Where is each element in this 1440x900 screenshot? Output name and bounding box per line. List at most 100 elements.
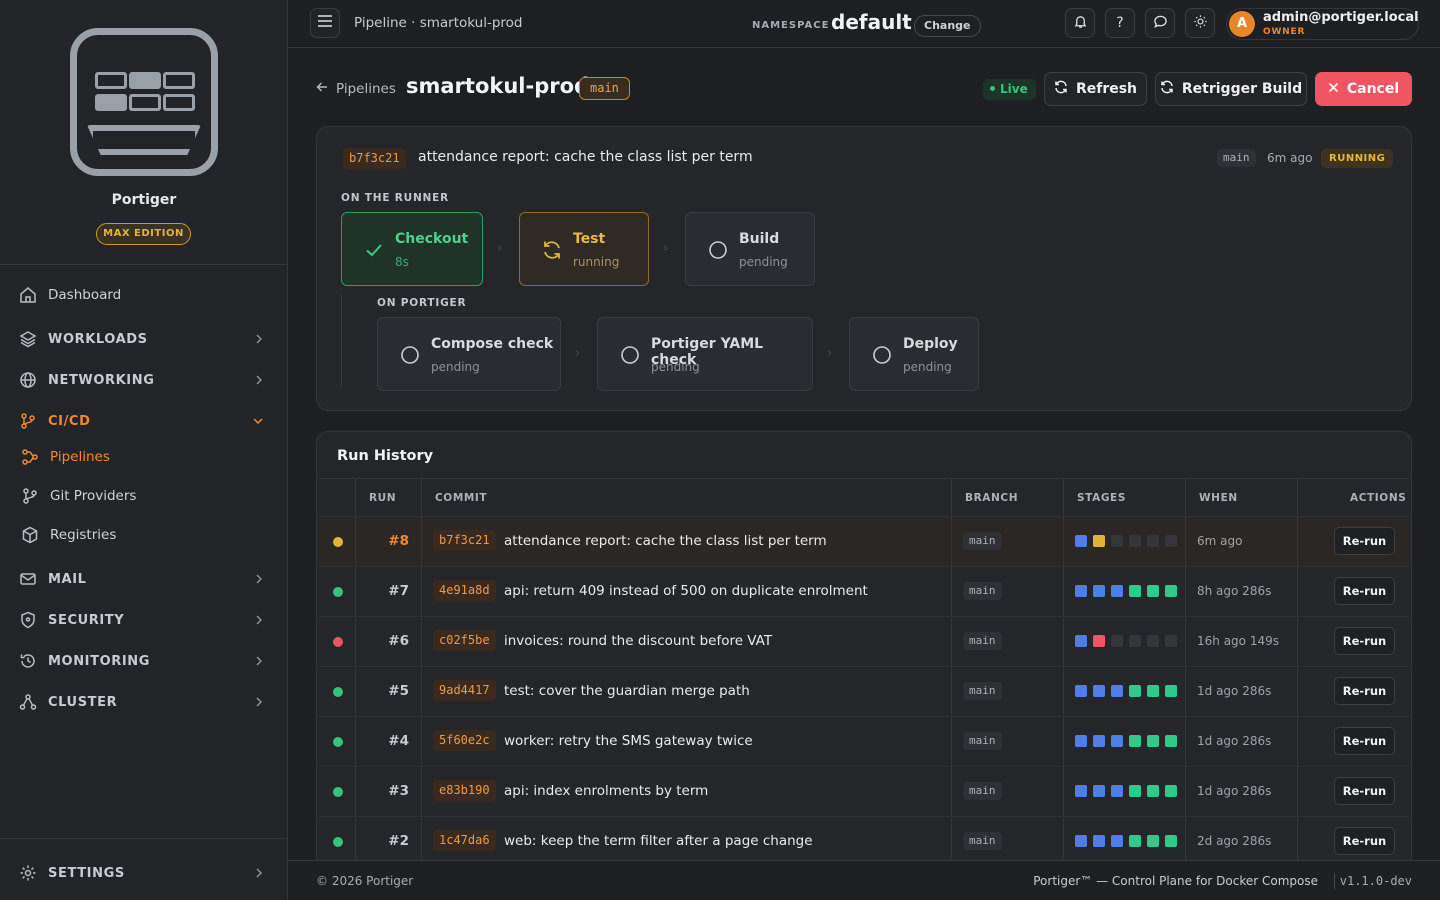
commit-sha[interactable]: b7f3c21 [433, 530, 496, 551]
stage-name: Test [573, 231, 606, 247]
topbar: Pipeline · smartokul-prod NAMESPACE defa… [288, 0, 1440, 48]
stage-compose-check[interactable]: Compose check pending [377, 317, 561, 391]
rerun-button[interactable]: Re-run [1334, 827, 1395, 855]
stage-square [1147, 585, 1159, 597]
column-header: STAGES [1077, 492, 1126, 504]
table-row[interactable]: #7 4e91a8d api: return 409 instead of 500 … [319, 566, 1409, 617]
table-row[interactable]: #4 5f60e2c worker: retry the SMS gateway t… [319, 716, 1409, 767]
commit-message: worker: retry the SMS gateway twice [504, 733, 753, 749]
stage-indicators [1075, 585, 1177, 597]
rerun-button[interactable]: Re-run [1334, 627, 1395, 655]
run-number: #8 [388, 533, 409, 549]
sidebar-group-cluster[interactable]: CLUSTER [18, 686, 270, 718]
sidebar-group-workloads[interactable]: WORKLOADS [18, 323, 270, 355]
sidebar-group-mail[interactable]: MAIL [18, 563, 270, 595]
sidebar-item-registries[interactable]: Registries [20, 519, 272, 551]
sidebar-group-label: SECURITY [48, 612, 125, 628]
change-namespace-button[interactable]: Change [914, 15, 981, 37]
run-when: 16h ago 149s [1197, 634, 1279, 648]
stage-square [1093, 735, 1105, 747]
current-run-card: b7f3c21 attendance report: cache the cla… [316, 126, 1412, 411]
run-when: 1d ago 286s [1197, 784, 1272, 798]
theme-toggle-button[interactable] [1185, 8, 1215, 38]
chevron-right-icon: › [575, 346, 581, 361]
footer-tagline: Portiger™ — Control Plane for Docker Com… [1033, 874, 1318, 888]
avatar: A [1229, 11, 1255, 37]
rerun-button[interactable]: Re-run [1334, 527, 1395, 555]
sidebar-item-git-providers[interactable]: Git Providers [20, 480, 272, 512]
commit-message: api: index enrolments by term [504, 783, 709, 799]
namespace-value: default [831, 10, 912, 34]
rerun-button[interactable]: Re-run [1334, 677, 1395, 705]
live-indicator: Live [983, 79, 1036, 100]
check-icon [363, 239, 385, 261]
sidebar-item-dashboard[interactable]: Dashboard [18, 279, 270, 311]
stage-square [1075, 735, 1087, 747]
table-row[interactable]: #2 1c47da6 web: keep the term filter after… [319, 816, 1409, 867]
menu-toggle-button[interactable] [310, 8, 340, 38]
portiger-section-label: ON PORTIGER [377, 297, 467, 309]
commit-sha[interactable]: e83b190 [433, 780, 496, 801]
sidebar-group-settings[interactable]: SETTINGS [18, 857, 270, 889]
stage-name: Checkout [395, 231, 469, 247]
sidebar-group-label: CI/CD [48, 413, 91, 429]
live-dot-icon [990, 86, 995, 91]
notifications-button[interactable] [1065, 8, 1095, 38]
commit-sha[interactable]: 1c47da6 [433, 830, 496, 851]
sidebar-group-cicd[interactable]: CI/CD [18, 405, 270, 437]
stage-build[interactable]: Build pending [685, 212, 815, 286]
shield-icon [18, 610, 38, 630]
cancel-button[interactable]: Cancel [1315, 72, 1412, 106]
chevron-right-icon [254, 654, 264, 672]
help-button[interactable]: ? [1105, 8, 1135, 38]
close-icon [1328, 81, 1339, 97]
sidebar-item-label: Pipelines [50, 449, 110, 465]
column-header: COMMIT [435, 492, 488, 504]
chevron-right-icon [254, 866, 264, 884]
user-menu[interactable]: A admin@portiger.local OWNER [1226, 8, 1419, 40]
table-row[interactable]: #8 b7f3c21 attendance report: cache the cl… [319, 516, 1409, 567]
run-when: 8h ago 286s [1197, 584, 1272, 598]
rerun-button[interactable]: Re-run [1334, 727, 1395, 755]
table-row[interactable]: #6 c02f5be invoices: round the discount be… [319, 616, 1409, 667]
stage-square [1075, 835, 1087, 847]
chat-button[interactable] [1145, 8, 1175, 38]
commit-sha[interactable]: 4e91a8d [433, 580, 496, 601]
stage-square [1165, 585, 1177, 597]
commit-message: web: keep the term filter after a page c… [504, 833, 813, 849]
status-dot-icon [333, 687, 343, 697]
back-to-pipelines-link[interactable]: Pipelines [316, 81, 396, 97]
refresh-button[interactable]: Refresh [1044, 72, 1147, 106]
status-dot-icon [333, 787, 343, 797]
commit-sha[interactable]: b7f3c21 [343, 148, 406, 169]
stage-square [1093, 535, 1105, 547]
commit-sha[interactable]: 9ad4417 [433, 680, 496, 701]
stage-name: Build [739, 231, 780, 247]
stage-deploy[interactable]: Deploy pending [849, 317, 979, 391]
retrigger-build-button[interactable]: Retrigger Build [1155, 72, 1307, 106]
rerun-button[interactable]: Re-run [1334, 577, 1395, 605]
column-header: ACTIONS [1350, 492, 1407, 504]
sidebar-group-monitoring[interactable]: MONITORING [18, 645, 270, 677]
commit-sha[interactable]: 5f60e2c [433, 730, 496, 751]
sidebar-item-pipelines[interactable]: Pipelines [20, 441, 272, 473]
stage-test[interactable]: Test running [519, 212, 649, 286]
rerun-button[interactable]: Re-run [1334, 777, 1395, 805]
commit-message: attendance report: cache the class list … [418, 149, 753, 165]
sidebar-group-label: MONITORING [48, 653, 151, 669]
sidebar-group-security[interactable]: SECURITY [18, 604, 270, 636]
stage-portiger-yaml-check[interactable]: Portiger YAML check pending [597, 317, 813, 391]
table-row[interactable]: #5 9ad4417 test: cover the guardian merge … [319, 666, 1409, 717]
stage-name: Deploy [903, 336, 958, 352]
stage-checkout[interactable]: Checkout 8s [341, 212, 483, 286]
portiger-logo[interactable] [70, 28, 218, 176]
version-label: v1.1.0-dev [1339, 874, 1412, 888]
gear-icon [18, 863, 38, 883]
commit-sha[interactable]: c02f5be [433, 630, 496, 651]
stage-square [1165, 535, 1177, 547]
sidebar-group-networking[interactable]: NETWORKING [18, 364, 270, 396]
stage-square [1147, 635, 1159, 647]
branch-tag: main [963, 732, 1002, 750]
table-row[interactable]: #3 e83b190 api: index enrolments by term ma… [319, 766, 1409, 817]
stage-square [1075, 685, 1087, 697]
